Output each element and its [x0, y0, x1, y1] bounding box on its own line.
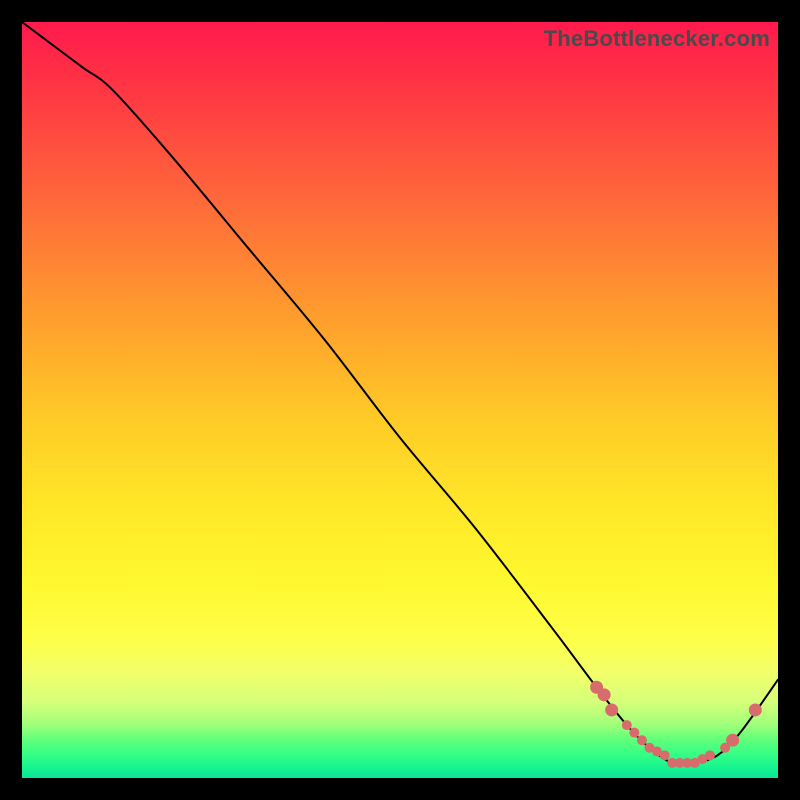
trough-markers — [590, 681, 762, 768]
trough-marker — [749, 703, 762, 716]
bottleneck-curve — [22, 22, 778, 764]
trough-marker — [629, 728, 639, 738]
trough-marker — [660, 750, 670, 760]
trough-marker — [637, 735, 647, 745]
trough-marker — [605, 703, 618, 716]
curve-layer — [22, 22, 778, 778]
chart-stage: TheBottlenecker.com — [0, 0, 800, 800]
gradient-plot-area: TheBottlenecker.com — [22, 22, 778, 778]
trough-marker — [705, 750, 715, 760]
trough-marker — [726, 734, 739, 747]
trough-marker — [622, 720, 632, 730]
trough-marker — [598, 688, 611, 701]
